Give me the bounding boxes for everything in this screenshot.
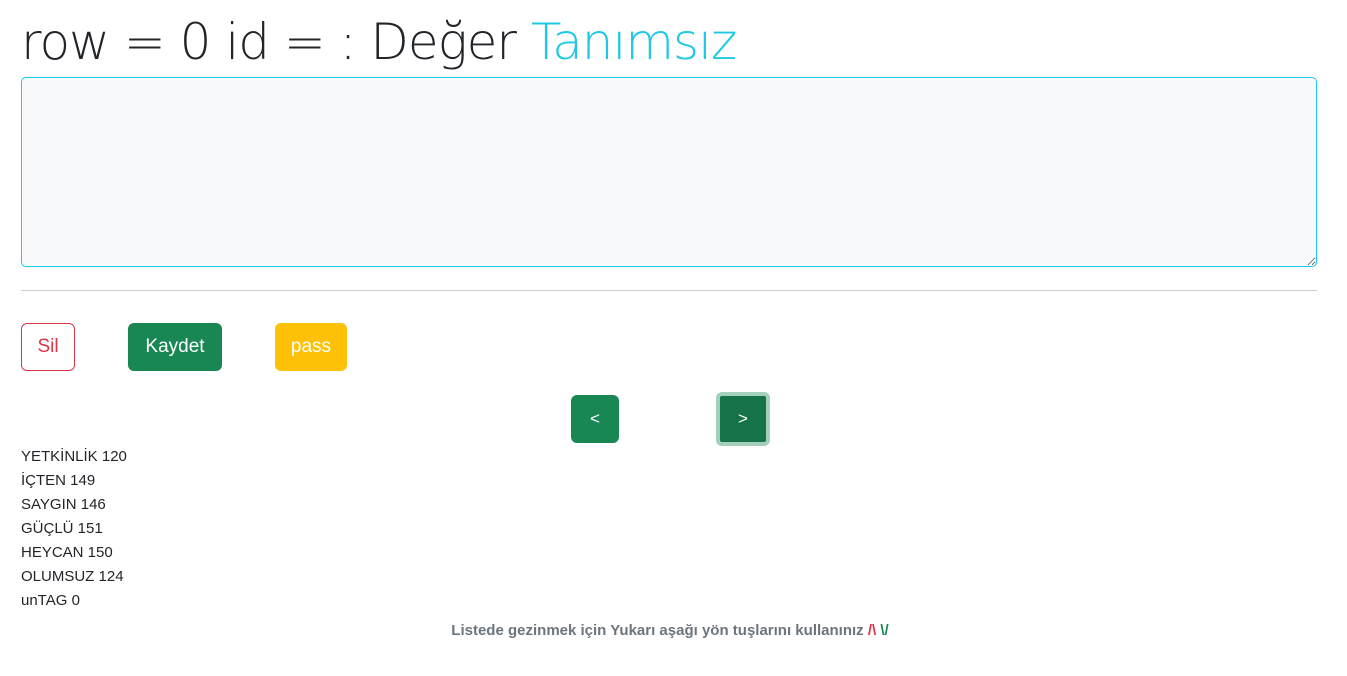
tag-stats: YETKİNLİK 120 İÇTEN 149 SAYGIN 146 GÜÇLÜ… xyxy=(21,445,127,613)
stat-item: YETKİNLİK 120 xyxy=(21,448,127,465)
navigation-hint: Listede gezinmek için Yukarı aşağı yön t… xyxy=(451,622,889,639)
divider xyxy=(21,290,1317,291)
pass-button[interactable]: pass xyxy=(275,323,347,371)
stat-item: unTAG 0 xyxy=(21,592,80,609)
previous-button[interactable]: < xyxy=(571,395,619,443)
stat-item: OLUMSUZ 124 xyxy=(21,568,124,585)
stat-item: İÇTEN 149 xyxy=(21,472,96,489)
text-input[interactable] xyxy=(21,77,1317,267)
save-button[interactable]: Kaydet xyxy=(128,323,222,371)
stat-item: GÜÇLÜ 151 xyxy=(21,520,103,537)
arrow-up-icon: /\ xyxy=(867,622,877,639)
stat-item: SAYGIN 146 xyxy=(21,496,106,513)
stat-item: HEYCAN 150 xyxy=(21,544,113,561)
next-button[interactable]: > xyxy=(716,392,770,446)
page-title: row = 0 id = : Değer Tanımsız xyxy=(21,13,737,71)
delete-button[interactable]: Sil xyxy=(21,323,75,371)
arrow-down-icon: \/ xyxy=(880,622,889,639)
value-label: Tanımsız xyxy=(530,13,737,71)
